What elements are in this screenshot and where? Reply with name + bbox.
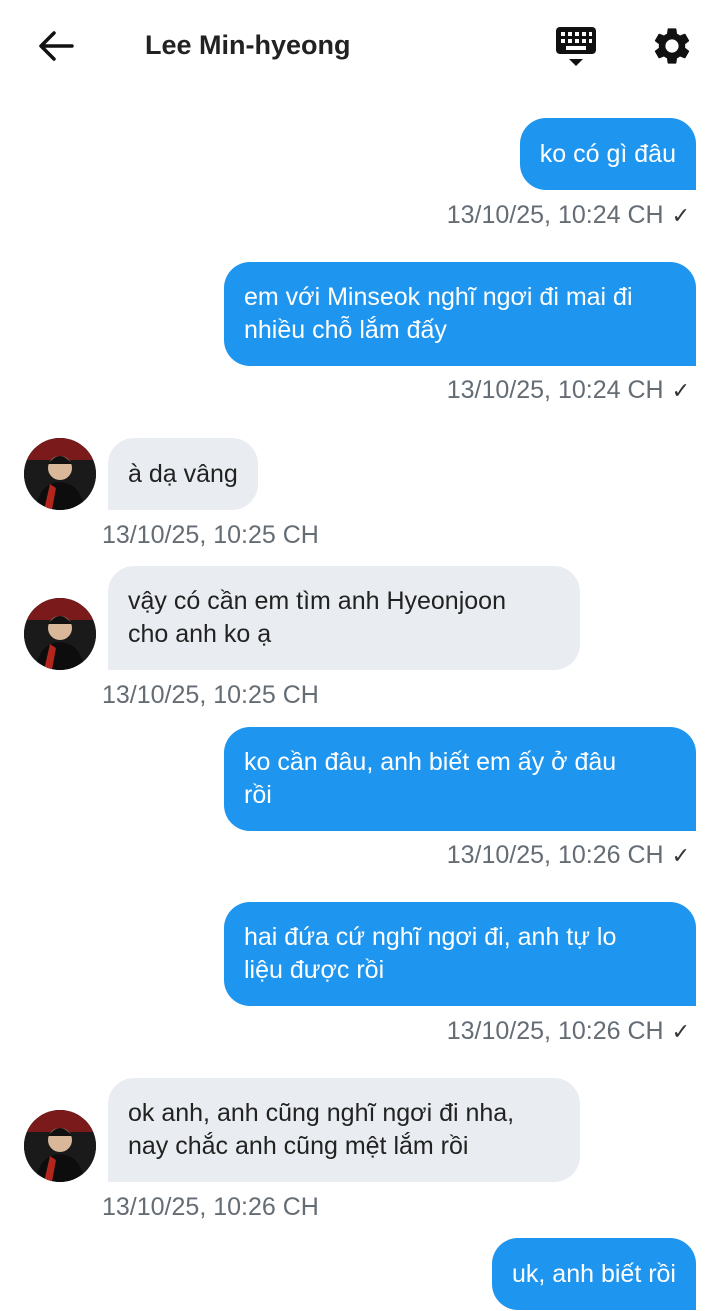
message-text-line: em với Minseok nghĩ ngơi đi mai đi xyxy=(244,283,633,311)
message-timestamp: 13/10/25, 10:26 CH ✓ xyxy=(447,840,690,871)
message-bubble-outgoing[interactable]: ko cần đâu, anh biết em ấy ở đâu rồi xyxy=(224,727,696,831)
message-text-line: rồi xyxy=(244,781,272,809)
message-bubble-incoming[interactable]: ok anh, anh cũng nghĩ ngơi đi nha, nay c… xyxy=(108,1078,580,1182)
message-bubble-outgoing[interactable]: ko có gì đâu xyxy=(519,118,696,190)
read-check-icon: ✓ xyxy=(671,843,690,868)
read-check-icon: ✓ xyxy=(671,378,690,403)
message-timestamp: 13/10/25, 10:26 CH xyxy=(102,1193,319,1221)
message-text-line: ok anh, anh cũng nghĩ ngơi đi nha, xyxy=(128,1099,515,1127)
timestamp-text: 13/10/25, 10:26 CH xyxy=(446,841,664,869)
message-bubble-outgoing[interactable]: hai đứa cứ nghĩ ngơi đi, anh tự lo liệu … xyxy=(224,902,696,1006)
read-check-icon: ✓ xyxy=(671,1019,690,1044)
avatar[interactable] xyxy=(24,598,96,670)
read-check-icon: ✓ xyxy=(671,203,690,228)
message-text-line: nhiều chỗ lắm đấy xyxy=(244,316,447,344)
chat-header: Lee Min-hyeong xyxy=(0,0,720,92)
avatar-photo xyxy=(24,1110,96,1182)
timestamp-text: 13/10/25, 10:24 CH xyxy=(446,201,664,229)
message-timestamp: 13/10/25, 10:25 CH xyxy=(102,521,319,549)
avatar[interactable] xyxy=(24,1110,96,1182)
message-timestamp: 13/10/25, 10:26 CH ✓ xyxy=(447,1016,690,1047)
message-timestamp: 13/10/25, 10:25 CH xyxy=(102,681,319,709)
message-text: ko có gì đâu xyxy=(539,139,676,168)
message-bubble-outgoing[interactable]: uk, anh biết rồi xyxy=(492,1238,696,1310)
avatar-photo xyxy=(24,598,96,670)
arrow-left-icon[interactable] xyxy=(36,26,76,66)
gear-icon[interactable] xyxy=(650,24,694,68)
keyboard-icon[interactable] xyxy=(553,24,599,70)
message-text: uk, anh biết rồi xyxy=(512,1259,676,1288)
avatar-photo xyxy=(24,438,96,510)
message-text-line: ko cần đâu, anh biết em ấy ở đâu xyxy=(244,748,617,776)
message-bubble-incoming[interactable]: à dạ vâng xyxy=(108,438,258,510)
timestamp-text: 13/10/25, 10:26 CH xyxy=(446,1017,664,1045)
message-text-line: liệu được rồi xyxy=(244,956,385,984)
message-text-line: cho anh ko ạ xyxy=(128,620,272,648)
timestamp-text: 13/10/25, 10:24 CH xyxy=(446,376,664,404)
avatar[interactable] xyxy=(24,438,96,510)
message-text: à dạ vâng xyxy=(128,459,238,488)
message-text-line: nay chắc anh cũng mệt lắm rồi xyxy=(128,1132,469,1160)
message-text-line: vậy có cần em tìm anh Hyeonjoon xyxy=(128,587,506,615)
message-timestamp: 13/10/25, 10:24 CH ✓ xyxy=(447,375,690,406)
message-text-line: hai đứa cứ nghĩ ngơi đi, anh tự lo xyxy=(244,923,617,951)
message-bubble-outgoing[interactable]: em với Minseok nghĩ ngơi đi mai đi nhiều… xyxy=(224,262,696,366)
message-timestamp: 13/10/25, 10:24 CH ✓ xyxy=(447,200,690,231)
chat-title: Lee Min-hyeong xyxy=(145,30,351,60)
message-bubble-incoming[interactable]: vậy có cần em tìm anh Hyeonjoon cho anh … xyxy=(108,566,580,670)
